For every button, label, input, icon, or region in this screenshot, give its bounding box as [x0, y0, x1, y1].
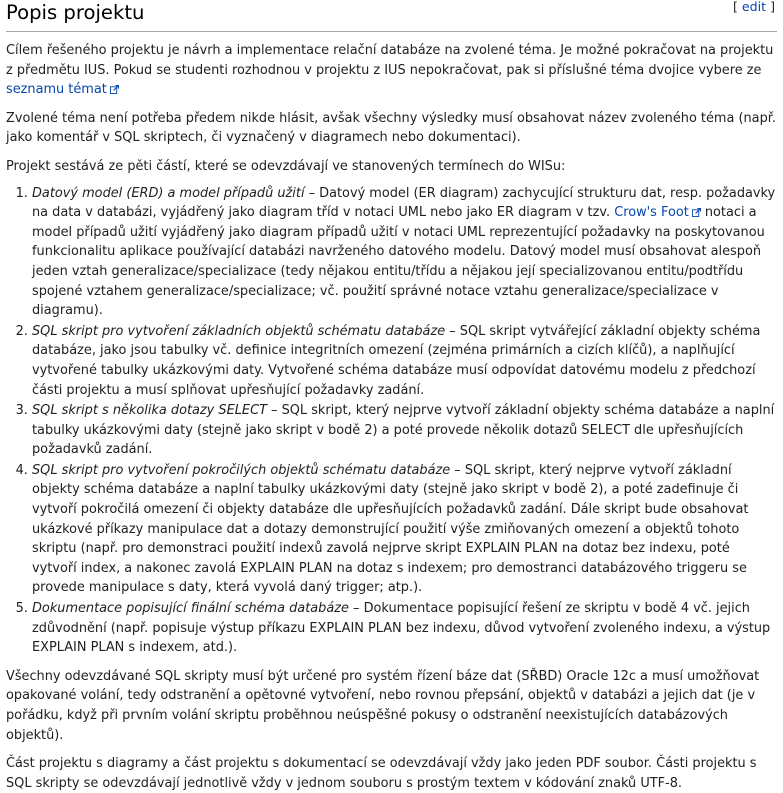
parts-intro-paragraph: Projekt sestává ze pěti částí, které se …: [6, 158, 566, 174]
submission-paragraph: Část projektu s diagramy a část projektu…: [6, 756, 757, 791]
page: Popis projektu [ edit ] Cílem řešeného p…: [0, 0, 783, 793]
list-item: SQL skript s několika dotazy SELECT – SQ…: [32, 401, 777, 460]
article-body: Cílem řešeného projektu je návrh a imple…: [0, 41, 783, 793]
list-item-title: SQL skript pro vytvoření pokročilých obj…: [32, 462, 451, 478]
sql-requirements-paragraph: Všechny odevzdávané SQL skripty musí být…: [6, 668, 760, 743]
list-item: SQL skript pro vytvoření základních obje…: [32, 322, 777, 400]
intro-text: Cílem řešeného projektu je návrh a imple…: [6, 43, 774, 78]
external-link-icon: [109, 85, 119, 95]
intro-paragraph: Cílem řešeného projektu je návrh a imple…: [6, 41, 777, 100]
list-item: Dokumentace popisující finální schéma da…: [32, 599, 777, 658]
topic-note-paragraph: Zvolené téma není potřeba předem nikde h…: [6, 110, 776, 146]
list-item-title: Datový model (ERD) a model případů užití: [32, 185, 305, 201]
project-parts-list: Datový model (ERD) a model případů užití…: [6, 184, 777, 658]
topic-list-link[interactable]: seznamu témat: [6, 82, 107, 97]
edit-bracket-open: [: [732, 0, 742, 14]
list-item: SQL skript pro vytvoření pokročilých obj…: [32, 461, 777, 598]
list-item-title: SQL skript s několika dotazy SELECT: [32, 403, 267, 419]
edit-bracket-close: ]: [766, 0, 775, 14]
external-link-icon: [691, 208, 701, 218]
list-item-title: SQL skript pro vytvoření základních obje…: [32, 323, 446, 339]
edit-link[interactable]: edit: [742, 0, 766, 14]
edit-section: [ edit ]: [733, 0, 775, 17]
crows-foot-link[interactable]: Crow's Foot: [614, 205, 689, 220]
list-item-text: notaci a model případů užití vyjádřený j…: [32, 205, 765, 319]
section-heading-row: Popis projektu [ edit ]: [6, 0, 777, 32]
list-item-text: – SQL skript, který nejprve vytvoří zákl…: [32, 462, 749, 596]
section-title: Popis projektu: [6, 1, 145, 24]
list-item: Datový model (ERD) a model případů užití…: [32, 184, 777, 321]
list-item-title: Dokumentace popisující finální schéma da…: [32, 601, 349, 617]
